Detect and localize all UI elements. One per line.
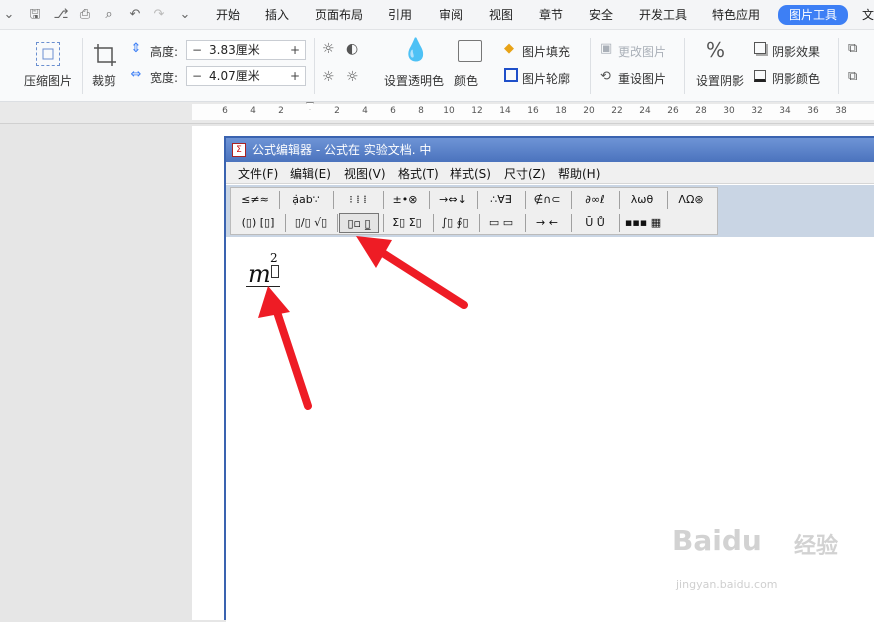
watermark-brand: Baidu: [672, 524, 762, 557]
arrow-to-formula: [258, 286, 312, 410]
arrow-to-template-button: [356, 236, 468, 309]
watermark-brand-cn: 经验: [794, 534, 839, 559]
watermark-url: jingyan.baidu.com: [676, 578, 778, 591]
